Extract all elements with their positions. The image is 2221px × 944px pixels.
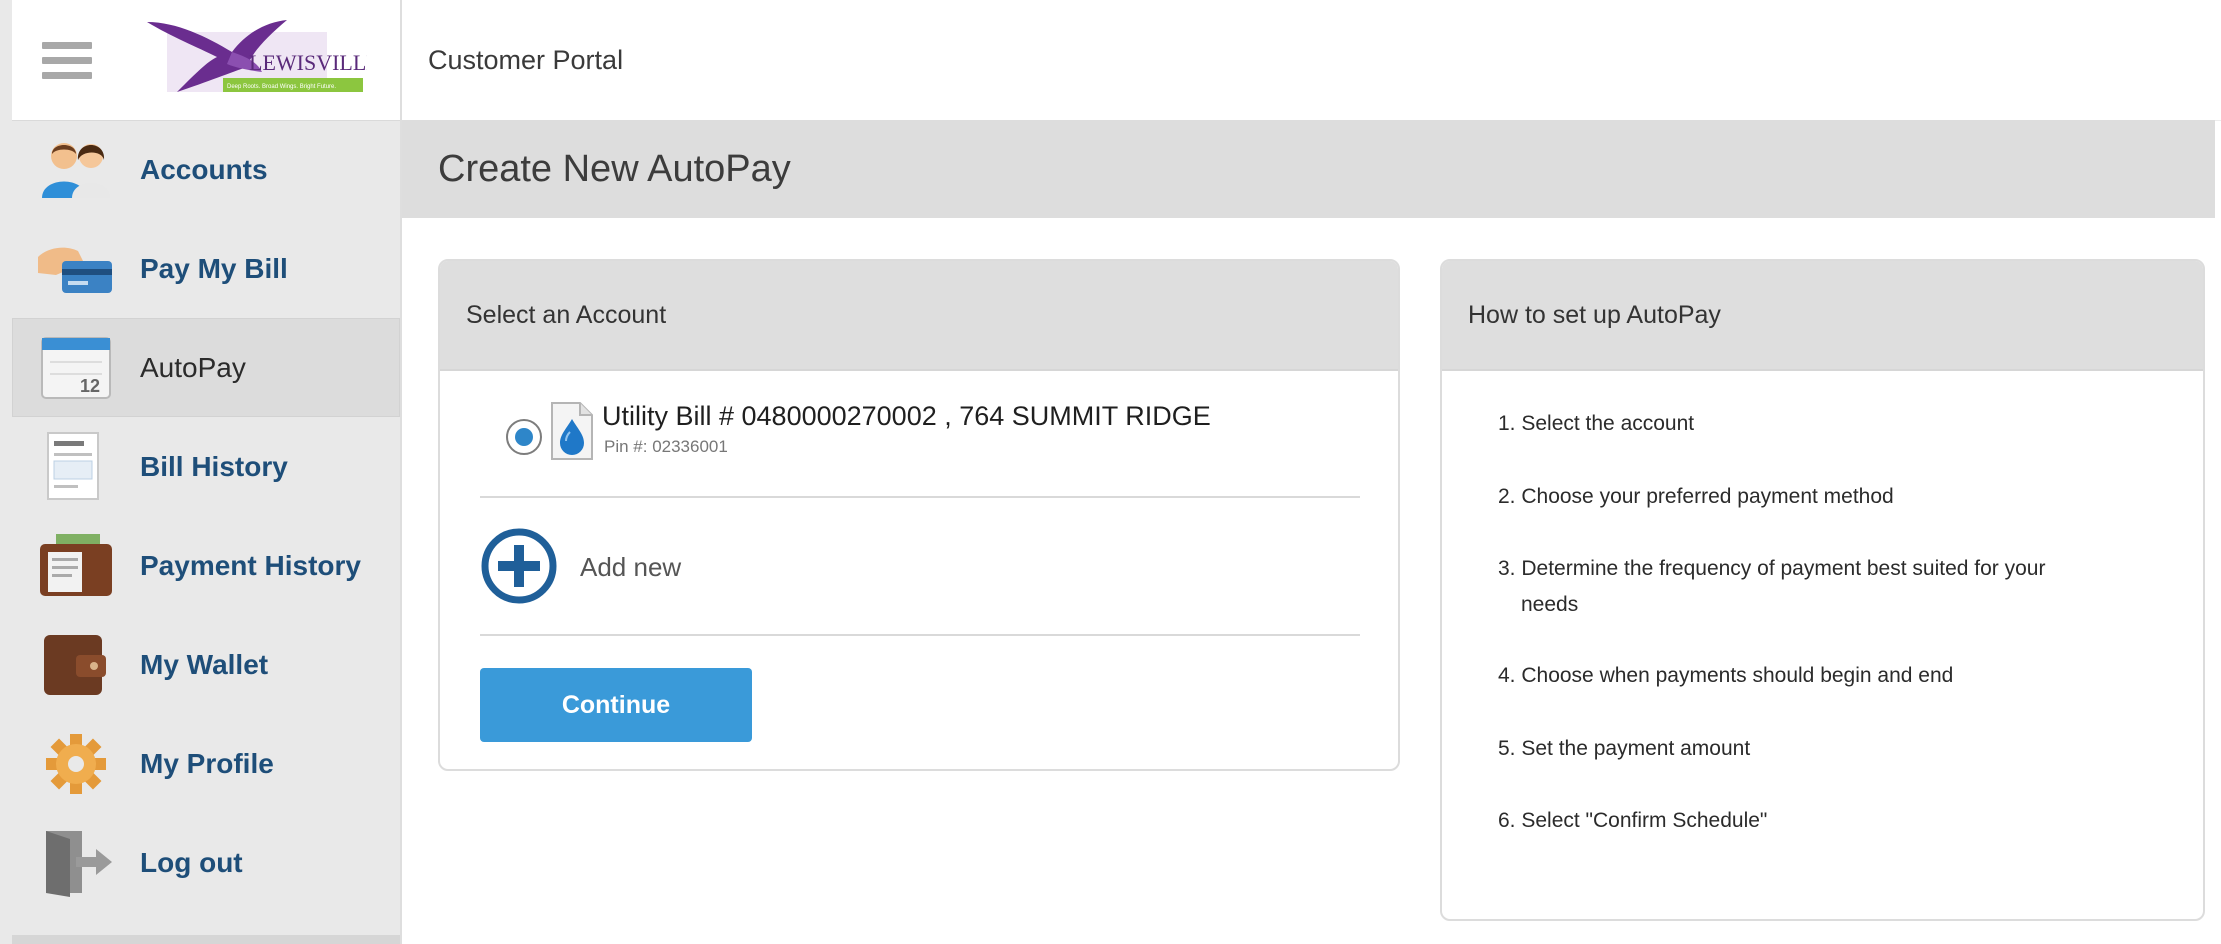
lewisville-logo[interactable]: LEWISVILLE Deep Roots. Broad Wings. Brig… <box>137 12 367 108</box>
wallet-icon <box>44 635 106 695</box>
sidebar-item-label: My Wallet <box>140 649 269 680</box>
howto-card: How to set up AutoPay 1. Select the acco… <box>1440 259 2205 921</box>
add-circle-icon <box>481 528 557 604</box>
sidebar-item-label: Payment History <box>140 550 361 581</box>
continue-button[interactable]: Continue <box>480 668 752 742</box>
app-root: LEWISVILLE Deep Roots. Broad Wings. Brig… <box>0 0 2221 944</box>
brand-bar: LEWISVILLE Deep Roots. Broad Wings. Brig… <box>12 0 400 121</box>
howto-header: How to set up AutoPay <box>1442 261 2203 371</box>
top-bar: Customer Portal <box>402 0 2221 121</box>
gear-icon <box>46 734 106 794</box>
sidebar-item-payment-history[interactable]: Payment History <box>12 516 400 615</box>
page-title: Create New AutoPay <box>438 148 791 190</box>
howto-step: 6. Select "Confirm Schedule" <box>1498 809 1768 832</box>
wallet-cash-icon <box>40 534 112 596</box>
sidebar-item-label: Accounts <box>140 154 268 185</box>
sidebar-item-label: Log out <box>140 847 243 878</box>
sidebar-item-my-profile[interactable]: My Profile <box>12 714 400 813</box>
sidebar-item-accounts[interactable]: Accounts <box>12 120 400 219</box>
calendar-icon: 12 <box>41 337 111 399</box>
sidebar-item-label: Bill History <box>140 451 288 482</box>
logout-door-icon <box>46 831 112 897</box>
logo-tagline: Deep Roots. Broad Wings. Bright Future. <box>227 84 336 90</box>
credit-card-icon <box>38 247 112 293</box>
sidebar-item-pay-my-bill[interactable]: Pay My Bill <box>12 219 400 318</box>
portal-title: Customer Portal <box>428 45 624 75</box>
sidebar-item-label: AutoPay <box>140 352 246 383</box>
account-radio[interactable] <box>506 419 542 455</box>
howto-step: 3. Determine the frequency of payment be… <box>1498 551 2045 623</box>
sidebar-nav: Accounts Pay My Bill 12 AutoPay Bill His… <box>12 120 400 912</box>
sidebar-item-log-out[interactable]: Log out <box>12 813 400 912</box>
sidebar: LEWISVILLE Deep Roots. Broad Wings. Brig… <box>0 0 402 944</box>
water-drop-icon <box>551 402 593 460</box>
sidebar-footer <box>12 935 400 944</box>
select-account-card: Select an Account Utility Bill # 0480000… <box>438 259 1400 771</box>
howto-step: 1. Select the account <box>1498 412 1695 435</box>
howto-step-text: 3. Determine the frequency of payment be… <box>1498 557 2046 580</box>
howto-step: 4. Choose when payments should begin and… <box>1498 664 1954 687</box>
account-pin: Pin #: 02336001 <box>604 437 728 456</box>
page-header: Create New AutoPay <box>402 120 2215 218</box>
select-account-header: Select an Account <box>440 261 1398 371</box>
sidebar-item-my-wallet[interactable]: My Wallet <box>12 615 400 714</box>
sidebar-item-label: Pay My Bill <box>140 253 288 284</box>
add-new-label: Add new <box>580 552 682 582</box>
divider <box>480 634 1360 636</box>
sidebar-item-label: My Profile <box>140 748 274 779</box>
logo-wordmark: LEWISVILLE <box>249 50 367 75</box>
howto-step: 2. Choose your preferred payment method <box>1498 485 1894 508</box>
accounts-icon <box>42 143 110 198</box>
sidebar-item-bill-history[interactable]: Bill History <box>12 417 400 516</box>
calendar-day: 12 <box>80 376 100 396</box>
account-title: Utility Bill # 0480000270002 , 764 SUMMI… <box>602 401 1211 431</box>
hamburger-menu-icon[interactable] <box>42 42 92 82</box>
add-new-account[interactable]: Add new <box>480 527 780 607</box>
divider <box>480 496 1360 498</box>
account-option[interactable]: Utility Bill # 0480000270002 , 764 SUMMI… <box>480 401 1360 501</box>
howto-step-continuation: needs <box>1521 593 1579 616</box>
howto-step: 5. Set the payment amount <box>1498 737 1751 760</box>
sidebar-item-autopay[interactable]: 12 AutoPay <box>12 318 400 417</box>
invoice-icon <box>47 432 99 500</box>
